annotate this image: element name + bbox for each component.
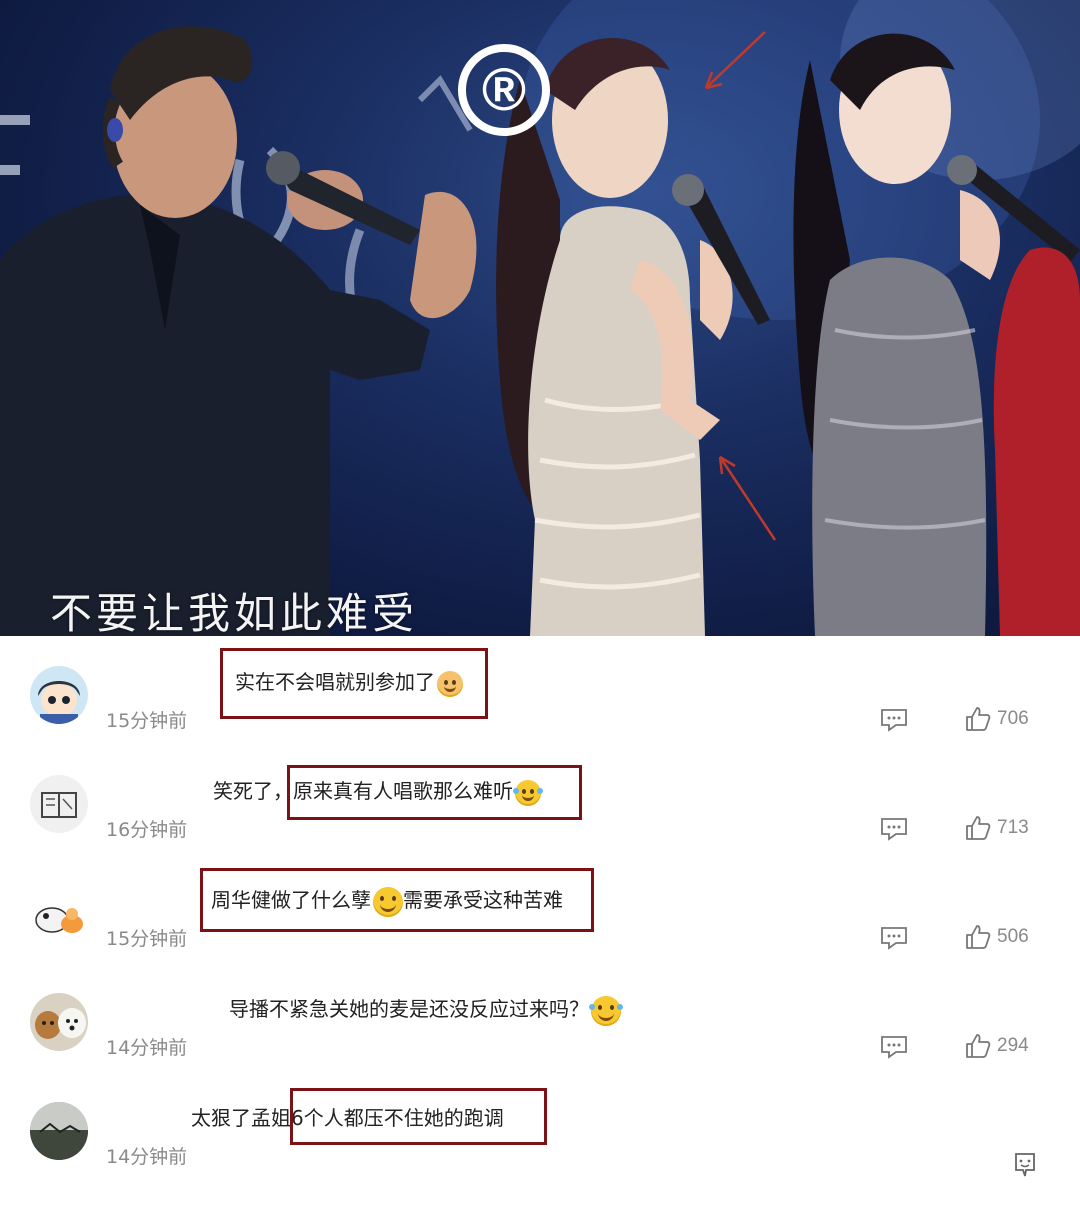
thumbs-up-icon[interactable]	[965, 815, 991, 841]
comment-prefix-text: 导播不紧急关她的麦是还没反应过来吗？	[229, 997, 589, 1021]
video-subtitle: 不要让我如此难受	[50, 589, 419, 636]
comment-prefix-text: 太狠了孟姐	[191, 1106, 291, 1130]
thumbs-up-icon[interactable]	[965, 924, 991, 950]
like-count: 506	[997, 926, 1029, 947]
thumbs-up-icon[interactable]	[965, 1033, 991, 1059]
thumbs-up-icon[interactable]	[965, 706, 991, 732]
comment-item: 太狠了孟姐6个人都压不住她的跑调 14分钟前	[0, 1072, 1080, 1181]
comment-time: 16分钟前	[106, 819, 188, 841]
comment-time: 14分钟前	[106, 1146, 188, 1168]
reply-icon[interactable]	[880, 817, 908, 841]
reply-icon[interactable]	[880, 708, 908, 732]
comment-time: 14分钟前	[106, 1037, 188, 1059]
registered-trademark-mark: ®	[458, 44, 550, 136]
comment-item: 导播不紧急关她的麦是还没反应过来吗？ 14分钟前 294	[0, 963, 1080, 1072]
singer-male	[0, 26, 477, 636]
annotation-arrow-bottom	[718, 455, 777, 541]
comment-time: 15分钟前	[106, 928, 188, 950]
highlight-box	[200, 868, 594, 932]
comment-prefix-text: 笑死了，	[213, 779, 293, 803]
laugh-cry-emoji	[589, 995, 623, 1026]
like-count: 706	[997, 708, 1029, 729]
like-count: 713	[997, 817, 1029, 838]
highlight-box	[220, 648, 488, 719]
avatar[interactable]	[30, 884, 88, 942]
avatar[interactable]	[30, 1102, 88, 1160]
highlight-box	[290, 1088, 547, 1145]
avatar[interactable]	[30, 666, 88, 724]
comment-item: 笑死了，原来真有人唱歌那么难听 16分钟前 713	[0, 745, 1080, 854]
avatar[interactable]	[30, 993, 88, 1051]
reply-icon[interactable]	[880, 1035, 908, 1059]
reply-icon[interactable]	[880, 926, 908, 950]
comment-bubble-icon[interactable]	[1013, 1152, 1037, 1178]
video-frame[interactable]: ® 不要让我如此难受	[0, 0, 1080, 636]
comment-item: 周华健做了什么孽 需要承受这种苦难 15分钟前 506	[0, 854, 1080, 963]
comment-time: 15分钟前	[106, 710, 188, 732]
like-count: 294	[997, 1035, 1029, 1056]
highlight-box	[287, 765, 582, 820]
comment-text: 导播不紧急关她的麦是还没反应过来吗？	[229, 993, 623, 1026]
avatar[interactable]	[30, 775, 88, 833]
comment-item: 实在不会唱就别参加了 15分钟前 706	[0, 636, 1080, 745]
